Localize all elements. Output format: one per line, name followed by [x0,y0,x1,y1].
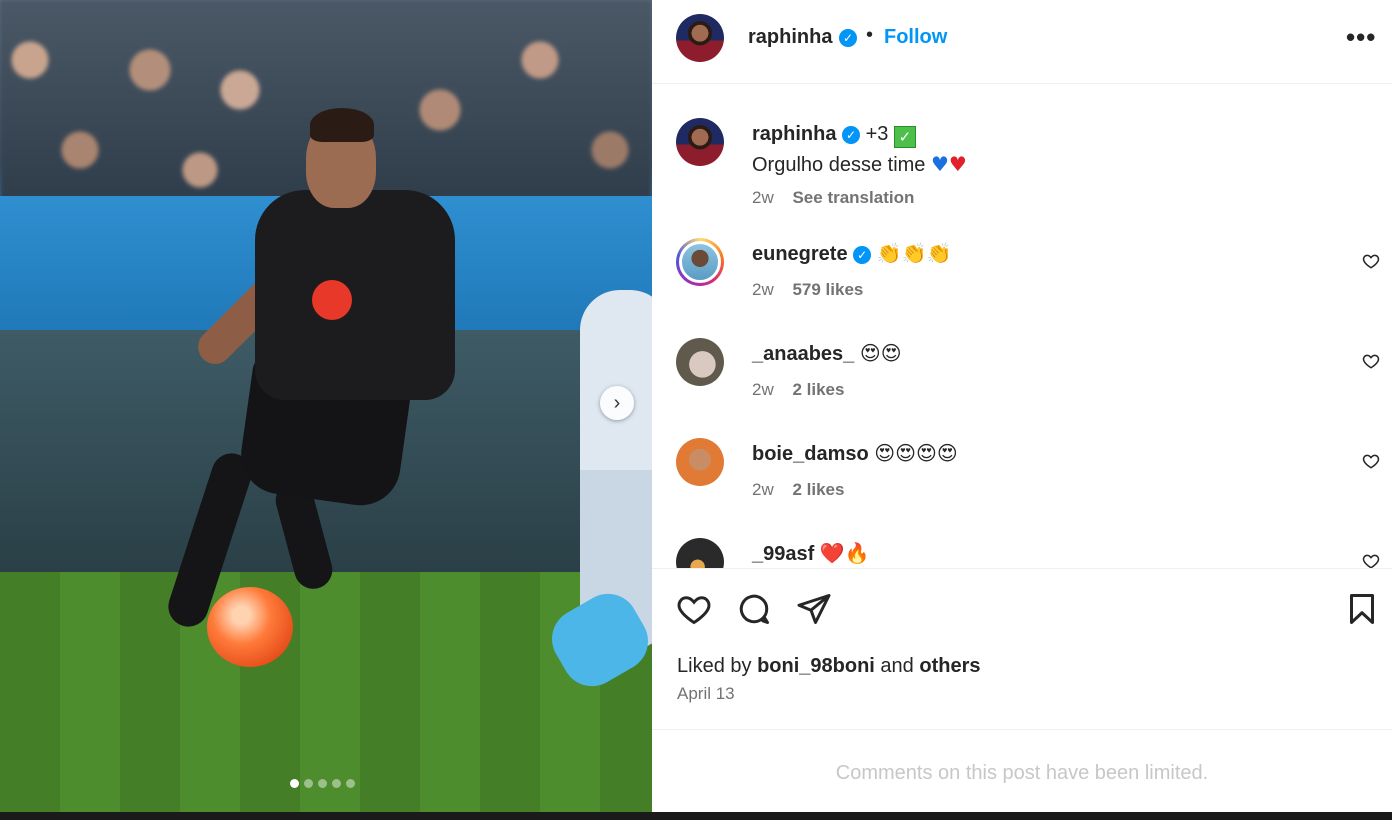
check-mark-emoji-icon: ✓ [893,126,916,148]
comment-like-icon[interactable] [1362,452,1380,470]
player-hair [310,108,374,142]
save-bookmark-icon[interactable] [1344,591,1380,627]
caption-extra: +3 [865,123,889,145]
caption: raphinha ✓ +3 ✓ Orgulho desse time ♥♥ 2w… [652,118,1392,208]
liked-by-line: Liked by boni_98boni and others [677,655,980,678]
caption-username[interactable]: raphinha [752,123,836,145]
comment-likes[interactable]: 579 likes [792,280,863,299]
comment-avatar[interactable] [676,438,724,486]
comment-meta: 2w 2 likes [752,480,844,500]
caption-time: 2w [752,188,774,207]
carousel-dot [290,779,299,788]
comment-meta: 2w 2 likes [752,380,844,400]
red-heart-icon: ♥ [948,152,967,176]
share-send-icon[interactable] [796,591,832,627]
post-photo[interactable]: › [0,0,652,812]
comment-bubble-icon[interactable] [736,591,772,627]
comments-list[interactable]: raphinha ✓ +3 ✓ Orgulho desse time ♥♥ 2w… [652,85,1392,568]
follow-button[interactable]: Follow [884,26,947,49]
comment-likes[interactable]: 2 likes [792,480,844,499]
blue-heart-icon: ♥ [930,152,949,176]
caption-avatar[interactable] [676,118,724,166]
comment-item: boie_damso 😍😍😍😍 2w 2 likes [652,438,1392,528]
comment-time: 2w [752,280,774,299]
carousel-dot [332,779,341,788]
liked-by-others[interactable]: others [919,655,980,677]
post-actions: Liked by boni_98boni and others April 13 [652,568,1392,730]
comment-time: 2w [752,480,774,499]
carousel-dot [304,779,313,788]
verified-badge-icon: ✓ [853,245,872,264]
pitch-grass [0,572,652,812]
comment-username[interactable]: _anaabes_ [752,343,854,365]
comment-username[interactable]: _99asf [752,543,814,565]
verified-badge-icon: ✓ [839,29,857,47]
author-username[interactable]: raphinha [748,26,832,49]
comment-like-icon[interactable] [1362,552,1380,568]
comment-time: 2w [752,380,774,399]
comment-username[interactable]: boie_damso [752,443,869,465]
caption-meta: 2w See translation [752,188,914,208]
caption-header: raphinha ✓ +3 ✓ [752,123,916,148]
comment-likes[interactable]: 2 likes [792,380,844,399]
comment-item: _anaabes_ 😍😍 2w 2 likes [652,338,1392,428]
post-date[interactable]: April 13 [677,684,735,704]
comment-header: _anaabes_ 😍😍 [752,341,902,366]
comment-username[interactable]: eunegrete [752,243,848,265]
comment-text: 😍😍😍😍 [874,441,958,465]
comment-avatar[interactable] [676,538,724,568]
comment-avatar[interactable] [676,338,724,386]
comment-header: _99asf ❤️🔥 [752,541,870,566]
comment-item: _99asf ❤️🔥 [652,538,1392,568]
comment-like-icon[interactable] [1362,252,1380,270]
player-jersey [255,190,455,400]
next-post-strip [0,812,1392,820]
carousel-dot [318,779,327,788]
sponsor-logo [312,280,352,320]
carousel-dots [290,779,355,788]
author-avatar[interactable] [676,14,724,62]
football [207,587,293,667]
caption-line: Orgulho desse time ♥♥ [752,152,967,177]
caption-text: Orgulho desse time [752,154,926,176]
post-header: raphinha ✓ • Follow ••• [652,0,1392,84]
post-sidebar: raphinha ✓ • Follow ••• raphinha ✓ +3 ✓ … [652,0,1392,812]
like-heart-icon[interactable] [676,591,712,627]
carousel-dot [346,779,355,788]
comment-item: eunegrete ✓ 👏👏👏 2w 579 likes [652,238,1392,328]
chevron-right-icon[interactable]: › [600,386,634,420]
separator-dot: • [866,24,874,46]
liked-by-user[interactable]: boni_98boni [757,655,875,677]
comment-text: ❤️🔥 [819,541,870,565]
comment-avatar[interactable] [676,238,724,286]
more-options-icon[interactable]: ••• [1346,22,1376,53]
liked-by-conj: and [880,655,914,677]
comment-text: 👏👏👏 [876,241,952,265]
comment-meta: 2w 579 likes [752,280,863,300]
comment-like-icon[interactable] [1362,352,1380,370]
comments-limited-notice: Comments on this post have been limited. [835,762,1209,784]
liked-by-prefix: Liked by [677,655,752,677]
comment-header: eunegrete ✓ 👏👏👏 [752,241,951,266]
comment-text: 😍😍 [859,341,902,365]
comment-header: boie_damso 😍😍😍😍 [752,441,958,466]
verified-badge-icon: ✓ [842,125,861,144]
see-translation-link[interactable]: See translation [792,188,914,207]
